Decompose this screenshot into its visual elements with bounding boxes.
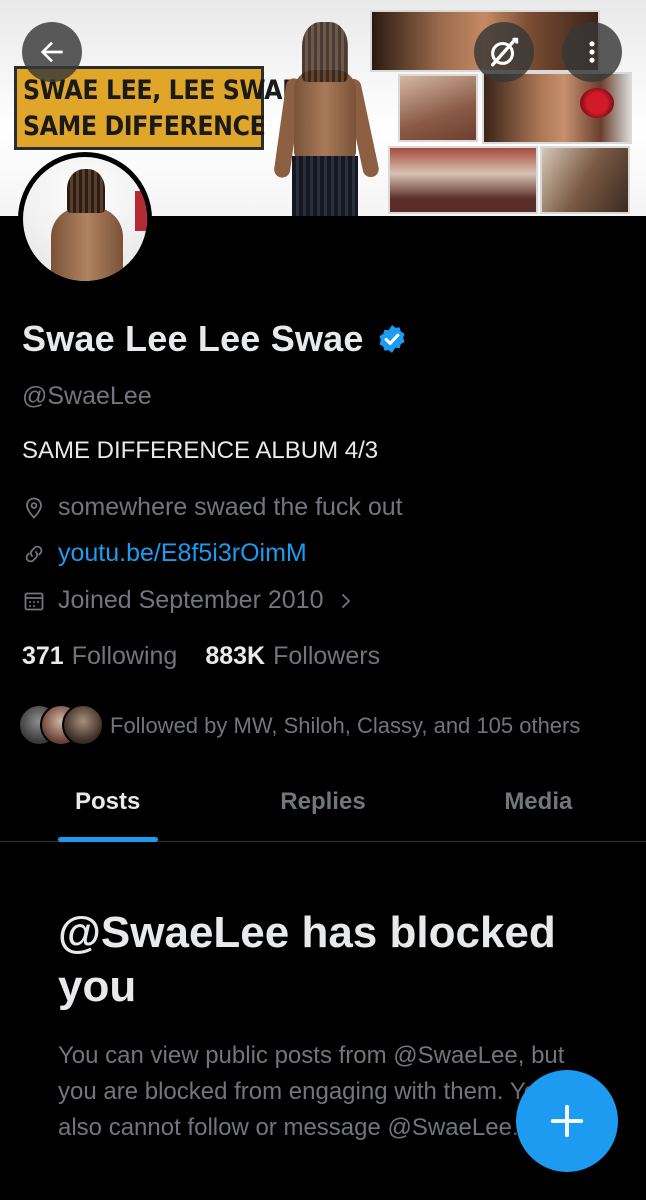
mutual-followers-avatars [18,704,104,748]
tab-media[interactable]: Media [431,764,646,841]
avatar[interactable] [18,152,152,286]
grok-icon [490,37,519,67]
link-icon [25,545,43,562]
profile-website[interactable]: youtu.be/E8f5i3rOimM [22,539,307,568]
followed-by-row[interactable]: Followed by MW, Shiloh, Classy, and 105 … [18,704,580,748]
tab-label: Replies [280,788,366,815]
website-link[interactable]: youtu.be/E8f5i3rOimM [58,539,307,568]
chevron-right-icon [342,593,351,608]
more-vertical-icon [589,41,595,63]
mutual-avatar [62,704,104,746]
banner-sign-line-2: SAME DIFFERENCE [23,111,266,142]
more-options-button[interactable] [562,22,622,82]
profile-location: somewhere swaed the fuck out [22,493,403,522]
display-name: Swae Lee Lee Swae [22,318,364,359]
blocked-title: @SwaeLee has blocked you [58,908,556,1011]
verified-badge-icon[interactable] [376,323,408,355]
tab-label: Posts [74,788,141,815]
location-text: somewhere swaed the fuck out [58,493,403,521]
banner-artist-photo [273,22,381,216]
joined-text: Joined September 2010 [58,586,324,614]
grok-button[interactable] [474,22,534,82]
calendar-icon [24,592,44,610]
profile-joined-date[interactable]: Joined September 2010 [22,586,355,615]
profile-name-row: Swae Lee Lee Swae [22,318,408,360]
followed-by-text: Followed by MW, Shiloh, Classy, and 105 … [110,713,581,738]
profile-handle: @SwaeLee [22,382,152,410]
followers-label: Followers [273,642,381,670]
following-count: 371 [22,642,64,670]
back-button[interactable] [22,22,82,82]
avatar-image [23,157,147,281]
following-stat[interactable]: 371 Following [22,642,177,671]
followers-count: 883K [205,642,266,670]
plus-icon [550,1104,584,1138]
followers-stat[interactable]: 883K Followers [205,642,380,671]
following-label: Following [71,642,178,670]
active-tab-indicator [57,837,158,842]
tab-posts[interactable]: Posts [0,764,215,842]
follow-stats: 371 Following 883K Followers [22,642,408,671]
arrow-left-icon [40,41,63,63]
tab-label: Media [504,788,573,815]
compose-post-button[interactable] [516,1070,618,1172]
tab-replies[interactable]: Replies [215,764,430,841]
profile-tabs: Posts Replies Media [0,764,646,842]
profile-bio: SAME DIFFERENCE ALBUM 4/3 [22,437,379,464]
location-pin-icon [26,497,42,519]
